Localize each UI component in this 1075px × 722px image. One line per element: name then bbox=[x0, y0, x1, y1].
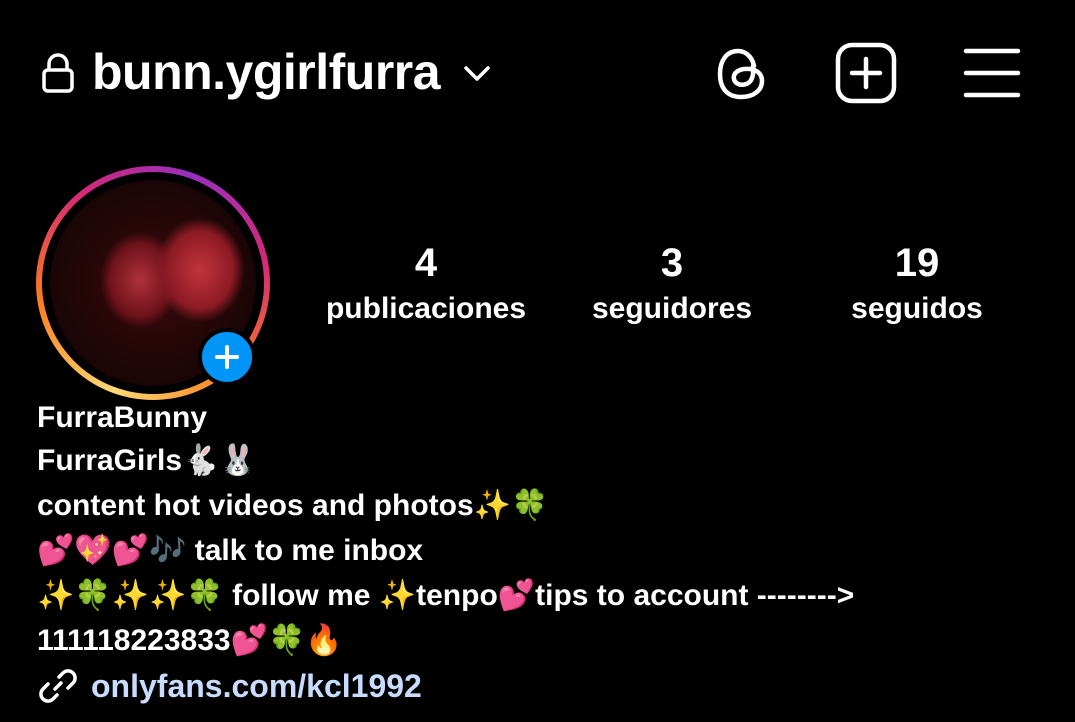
username-title[interactable]: bunn.ygirlfurra bbox=[92, 40, 441, 104]
menu-icon[interactable] bbox=[962, 46, 1022, 100]
stat-label: publicaciones bbox=[325, 292, 527, 325]
lock-icon bbox=[42, 53, 74, 93]
display-name: FurraBunny bbox=[37, 401, 208, 434]
bio-line: ✨🍀✨✨🍀 follow me ✨tenpo💕tips to account -… bbox=[37, 579, 855, 612]
bio-line: 111118223833💕🍀🔥 bbox=[37, 624, 343, 657]
stat-value: 3 bbox=[660, 241, 684, 285]
bio-link[interactable]: onlyfans.com/kcl1992 bbox=[37, 664, 422, 708]
bio-line: content hot videos and photos✨🍀 bbox=[37, 489, 549, 522]
link-icon bbox=[39, 669, 77, 703]
avatar[interactable] bbox=[36, 166, 270, 400]
stat-label: seguidos bbox=[851, 292, 983, 325]
stat-value: 4 bbox=[414, 241, 438, 285]
stat-label: seguidores bbox=[591, 292, 753, 325]
chevron-down-icon[interactable] bbox=[460, 60, 494, 86]
stat-following[interactable]: 19 seguidos bbox=[797, 238, 1037, 330]
top-bar: bunn.ygirlfurra bbox=[0, 0, 1075, 150]
stat-value: 19 bbox=[894, 241, 940, 285]
bio-line: 💕💖💕🎶 talk to me inbox bbox=[37, 534, 424, 567]
stat-posts[interactable]: 4 publicaciones bbox=[306, 238, 546, 330]
plus-icon bbox=[215, 345, 239, 369]
add-story-button[interactable] bbox=[198, 328, 256, 386]
bio-line: FurraGirls🐇🐰 bbox=[37, 444, 257, 477]
threads-icon[interactable] bbox=[714, 44, 770, 104]
link-text[interactable]: onlyfans.com/kcl1992 bbox=[91, 668, 422, 705]
add-post-icon[interactable] bbox=[834, 42, 898, 104]
bio: FurraBunny FurraGirls🐇🐰 content hot vide… bbox=[37, 398, 1057, 663]
stat-followers[interactable]: 3 seguidores bbox=[552, 238, 792, 330]
